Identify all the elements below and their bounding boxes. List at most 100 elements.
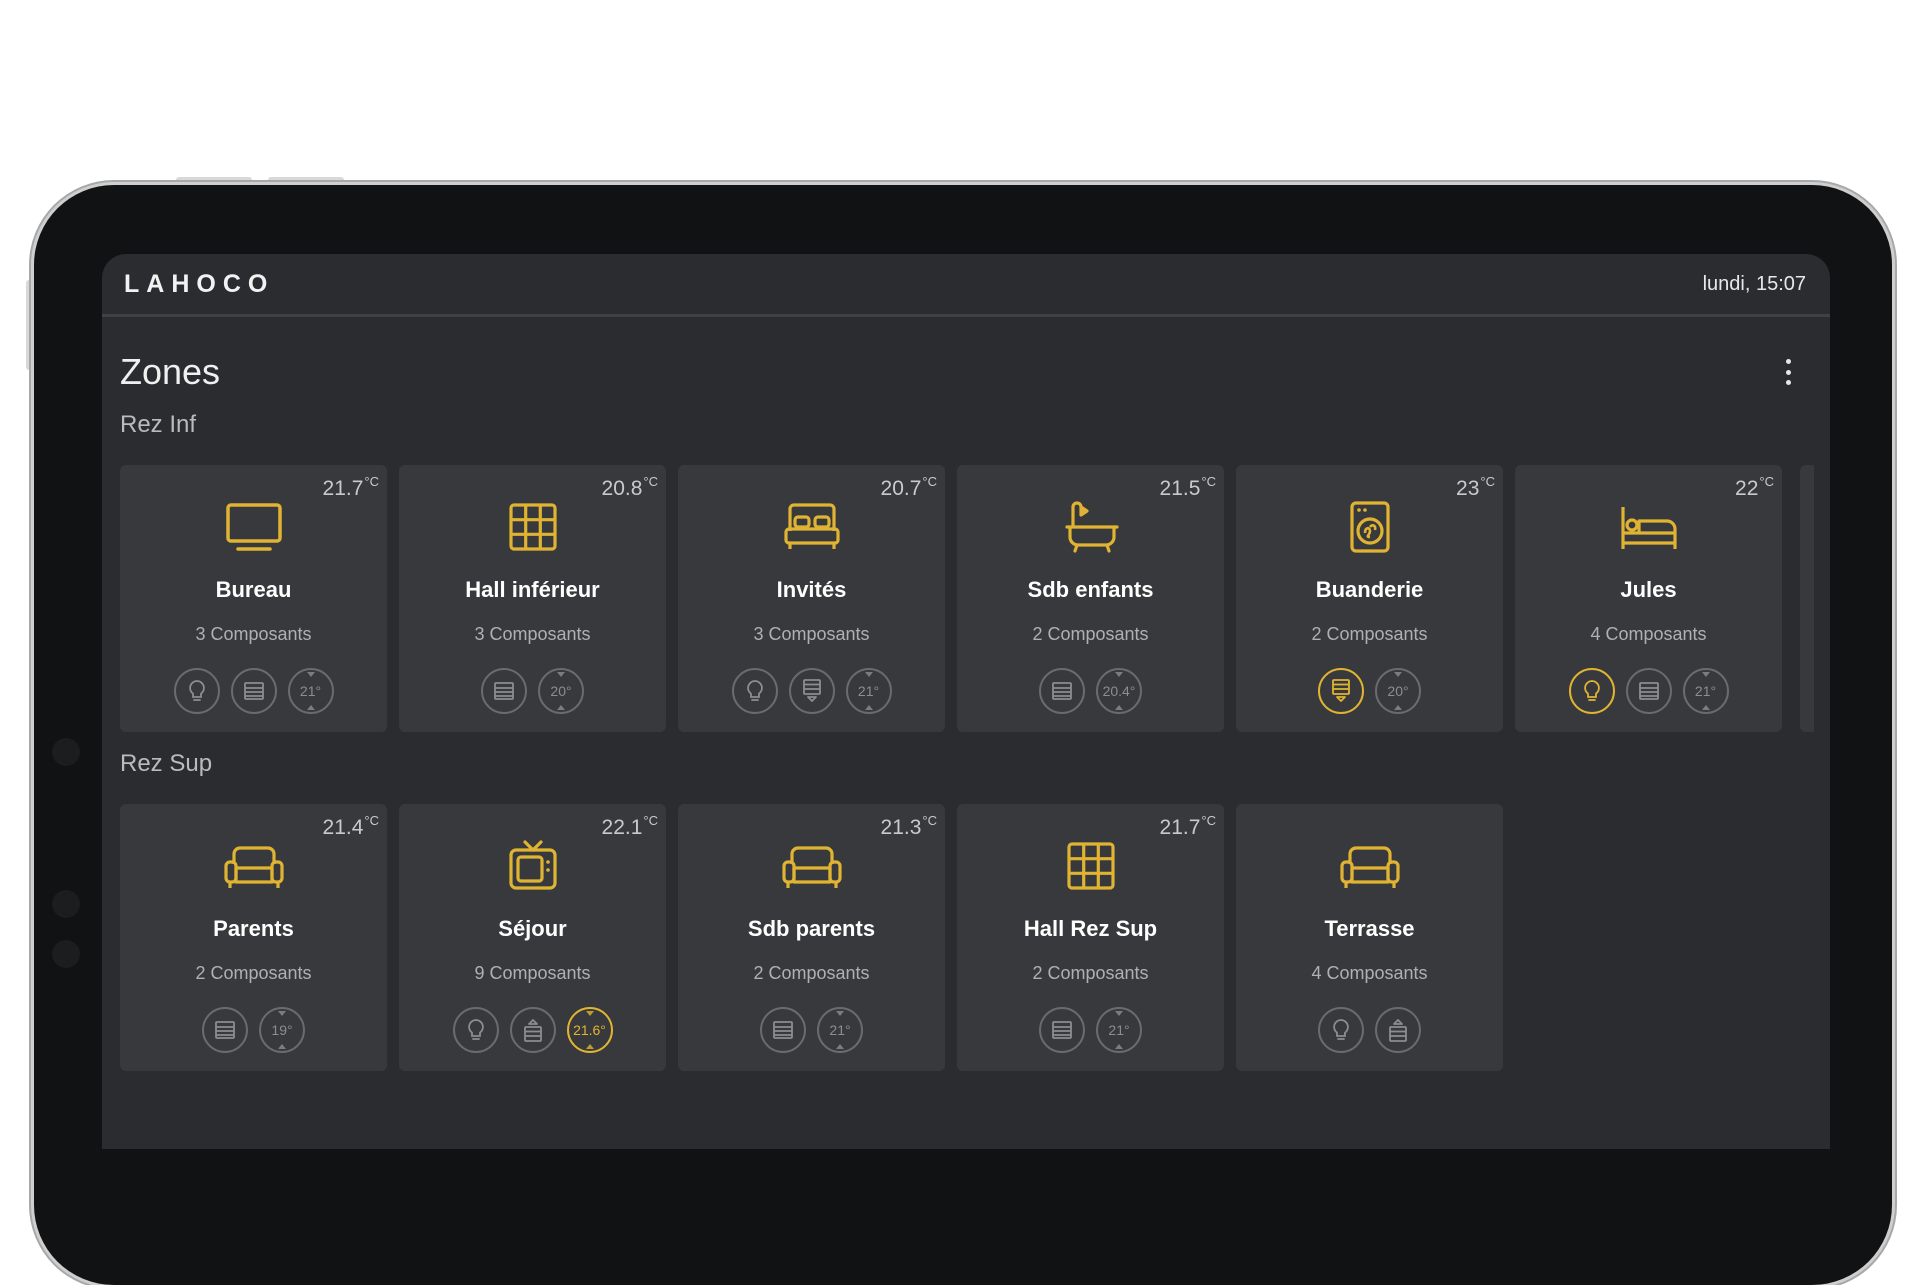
- setpoint-value: 21°: [857, 683, 880, 699]
- zones-sections: Rez Inf 21.7°C Bureau 3 Composants 21° 20.8°C…: [102, 411, 1830, 1071]
- tv-icon: [501, 838, 565, 894]
- thermostat-chip[interactable]: 21°: [845, 668, 892, 714]
- component-chips: 20°: [399, 668, 666, 714]
- setpoint-value: 20°: [1387, 683, 1409, 699]
- sofa-icon: [1338, 838, 1402, 894]
- shutter-up-icon[interactable]: [509, 1007, 556, 1053]
- section-title: Rez Sup: [120, 750, 213, 777]
- setpoint-value: 21°: [1694, 683, 1717, 699]
- shutter-icon[interactable]: [481, 668, 527, 714]
- shutter-down-icon[interactable]: [788, 668, 835, 714]
- zone-temperature: 22°C: [1735, 474, 1774, 500]
- zone-temperature: 21.7°C: [1159, 813, 1216, 839]
- setpoint-value: 21°: [299, 683, 322, 699]
- component-chips: 21°: [678, 668, 945, 714]
- component-count: 2 Composants: [1032, 624, 1149, 644]
- component-chips: 21°: [120, 668, 387, 714]
- zone-card[interactable]: 21.4°C Parents 2 Composants 19°: [120, 804, 387, 1071]
- side-button: [26, 280, 32, 370]
- app-screen: LAHOCO lundi, 15:07 Zones Rez Inf 21.7°C B…: [102, 254, 1830, 1149]
- volume-button-top: [176, 177, 252, 183]
- zone-card[interactable]: Terrasse 4 Composants: [1236, 804, 1503, 1071]
- shutter-icon[interactable]: [230, 668, 277, 714]
- component-count: 2 Composants: [195, 963, 312, 983]
- zone-name: Terrasse: [1324, 916, 1415, 941]
- thermostat-chip[interactable]: 21°: [1682, 668, 1729, 714]
- light-bulb-icon[interactable]: [1568, 668, 1615, 714]
- component-count: 2 Composants: [753, 963, 870, 983]
- more-menu-icon[interactable]: [1776, 355, 1800, 389]
- zone-name: Hall inférieur: [465, 577, 600, 602]
- top-bar: LAHOCO lundi, 15:07: [102, 254, 1830, 317]
- component-chips: 21°: [957, 1007, 1224, 1053]
- zone-card[interactable]: 21.5°C Sdb enfants 2 Composants 20.4°: [957, 465, 1224, 732]
- component-count: 3 Composants: [195, 624, 312, 644]
- shutter-icon[interactable]: [1625, 668, 1672, 714]
- volume-button-top-2: [268, 177, 344, 183]
- zone-name: Séjour: [498, 916, 567, 941]
- setpoint-value: 20.4°: [1102, 683, 1136, 699]
- shutter-icon[interactable]: [1039, 1007, 1085, 1053]
- thermostat-chip[interactable]: 21°: [287, 668, 334, 714]
- light-bulb-icon[interactable]: [731, 668, 778, 714]
- setpoint-value: 19°: [271, 1022, 293, 1038]
- zone-temperature: 23°C: [1456, 474, 1495, 500]
- zone-row: 21.7°C Bureau 3 Composants 21° 20.8°C Hall in…: [120, 465, 1830, 732]
- zone-temperature: 22.1°C: [601, 813, 658, 839]
- thermostat-chip[interactable]: 20°: [538, 668, 584, 714]
- thermostat-chip[interactable]: 21.6°: [566, 1007, 613, 1053]
- zone-card[interactable]: 21.7°C Hall Rez Sup 2 Composants 21°: [957, 804, 1224, 1071]
- component-chips: 20.4°: [957, 668, 1224, 714]
- zone-card[interactable]: 21.7°C Bureau 3 Composants 21°: [120, 465, 387, 732]
- component-chips: 20°: [1236, 668, 1503, 714]
- zone-name: Jules: [1620, 577, 1677, 602]
- component-count: 2 Composants: [1311, 624, 1428, 644]
- zone-row: 21.4°C Parents 2 Composants 19° 22.1°C Séjour…: [120, 804, 1830, 1071]
- zone-name: Parents: [213, 916, 294, 941]
- zone-card[interactable]: 22°C Jules 4 Composants 21°: [1515, 465, 1782, 732]
- thermostat-chip[interactable]: 20°: [1375, 668, 1421, 714]
- light-bulb-icon[interactable]: [1318, 1007, 1364, 1053]
- shutter-icon[interactable]: [1039, 668, 1085, 714]
- zone-card[interactable]: 22.1°C Séjour 9 Composants 21.6°: [399, 804, 666, 1071]
- thermostat-chip[interactable]: 19°: [259, 1007, 305, 1053]
- sofa-icon: [780, 838, 844, 894]
- datetime: lundi, 15:07: [1702, 272, 1806, 295]
- zone-card[interactable]: 21.3°C Sdb parents 2 Composants 21°: [678, 804, 945, 1071]
- shutter-down-icon[interactable]: [1318, 668, 1364, 714]
- brand-logo: LAHOCO: [124, 269, 275, 298]
- thermostat-chip[interactable]: 21°: [817, 1007, 863, 1053]
- zone-card[interactable]: 20.8°C Hall inférieur 3 Composants 20°: [399, 465, 666, 732]
- setpoint-value: 20°: [550, 683, 572, 699]
- grid-icon: [1059, 838, 1123, 894]
- bathtub-icon: [1059, 499, 1123, 555]
- zone-card-partial[interactable]: [1800, 465, 1814, 732]
- zone-card[interactable]: 20.7°C Invités 3 Composants 21°: [678, 465, 945, 732]
- component-count: 9 Composants: [474, 963, 591, 983]
- zone-name: Sdb parents: [747, 916, 876, 941]
- zone-name: Sdb enfants: [1027, 577, 1154, 602]
- component-count: 3 Composants: [474, 624, 591, 644]
- setpoint-value: 21°: [1108, 1022, 1130, 1038]
- zone-name: Bureau: [215, 577, 292, 602]
- component-count: 4 Composants: [1590, 624, 1707, 644]
- thermostat-chip[interactable]: 21°: [1096, 1007, 1142, 1053]
- light-bulb-icon[interactable]: [452, 1007, 499, 1053]
- shutter-icon[interactable]: [202, 1007, 248, 1053]
- page-header: Zones: [102, 317, 1830, 393]
- zone-temperature: 21.7°C: [322, 474, 379, 500]
- setpoint-value: 21.6°: [573, 1022, 606, 1038]
- section-title: Rez Inf: [120, 411, 197, 438]
- zone-card[interactable]: 23°C Buanderie 2 Composants 20°: [1236, 465, 1503, 732]
- tablet-sensor: [52, 738, 80, 766]
- bed-icon: [780, 499, 844, 555]
- shutter-up-icon[interactable]: [1375, 1007, 1421, 1053]
- zone-temperature: 20.7°C: [880, 474, 937, 500]
- page-title: Zones: [120, 351, 221, 392]
- component-count: 3 Composants: [753, 624, 870, 644]
- thermostat-chip[interactable]: 20.4°: [1096, 668, 1142, 714]
- shutter-icon[interactable]: [760, 1007, 806, 1053]
- washing-machine-icon: [1338, 499, 1402, 555]
- setpoint-value: 21°: [829, 1022, 851, 1038]
- light-bulb-icon[interactable]: [173, 668, 220, 714]
